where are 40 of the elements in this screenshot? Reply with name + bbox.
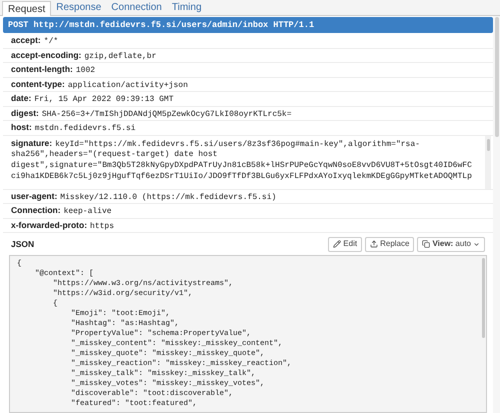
header-value-line: sha256",headers="(request-target) date host	[11, 150, 218, 161]
header-name: accept-encoding:	[11, 48, 82, 62]
scrollbar[interactable]	[493, 16, 500, 413]
header-name: digest:	[11, 106, 39, 120]
header-name: Connection:	[11, 204, 61, 217]
header-name: host:	[11, 121, 32, 134]
copy-icon	[422, 240, 430, 248]
header-value: 1002	[76, 65, 96, 77]
header-value: */*	[44, 36, 58, 48]
caret-icon	[473, 240, 480, 248]
header-value: SHA-256=3+/TmIShjDDANdjQM5pZewkOcyG7LkI08oyrKTLrc5k=	[42, 108, 292, 120]
header-value-line: ci9ha1KDEB6k7c5Lj0z9jHgufTqf6ezDSrT1UiIo/JDO9fTfDf3BLGu6yxFLFPdxAYoIxyqlekmKDEgGGpyMTketADOQMTLp	[11, 172, 473, 182]
header-name: date:	[11, 92, 32, 105]
header-value: mstdn.fedidevrs.f5.si	[34, 123, 136, 135]
scrollbar[interactable]	[485, 136, 491, 188]
header-value-line: digest",signature="Bm3Qb5T28kNyGpyDXpdPATrUyJn81cB58k+lHSrPUPeGcYqwN0soE8vvD6VU8T+5tOsgt40ID6wFC	[11, 160, 473, 172]
view-dropdown[interactable]: View: auto	[417, 236, 485, 252]
upload-icon	[370, 240, 378, 248]
header-name: x-forwarded-proto:	[11, 218, 88, 232]
header-value: Misskey/12.110.0 (https://mk.fedidevrs.f5.si)	[60, 192, 276, 204]
header-value: keep-alive	[64, 206, 112, 218]
code-editor[interactable]	[9, 255, 487, 413]
header-value: Fri, 15 Apr 2022 09:39:13 GMT	[34, 94, 174, 106]
header-value-line: keyId="https://mk.fedidevrs.f5.si/users/8z3sf36pog#main-key",algorithm="rsa-	[55, 140, 420, 148]
header-name: content-length:	[11, 63, 73, 76]
tab[interactable]: Request	[2, 1, 52, 16]
replace-button[interactable]: Replace	[365, 236, 414, 252]
edit-button[interactable]: Edit	[328, 236, 362, 252]
section-title: JSON	[11, 238, 34, 250]
tab[interactable]: Connection	[106, 0, 167, 15]
tab[interactable]: Response	[51, 0, 106, 15]
header-name: content-type:	[11, 78, 65, 90]
header-name: user-agent:	[11, 190, 58, 202]
header-name: signature:	[11, 138, 52, 148]
header-value: application/activity+json	[68, 80, 188, 92]
header-value: https	[90, 220, 114, 232]
pencil-icon	[333, 240, 342, 248]
tab[interactable]: Timing	[166, 0, 207, 15]
header-value: gzip,deflate,br	[84, 50, 156, 62]
header-name: accept:	[11, 34, 41, 47]
